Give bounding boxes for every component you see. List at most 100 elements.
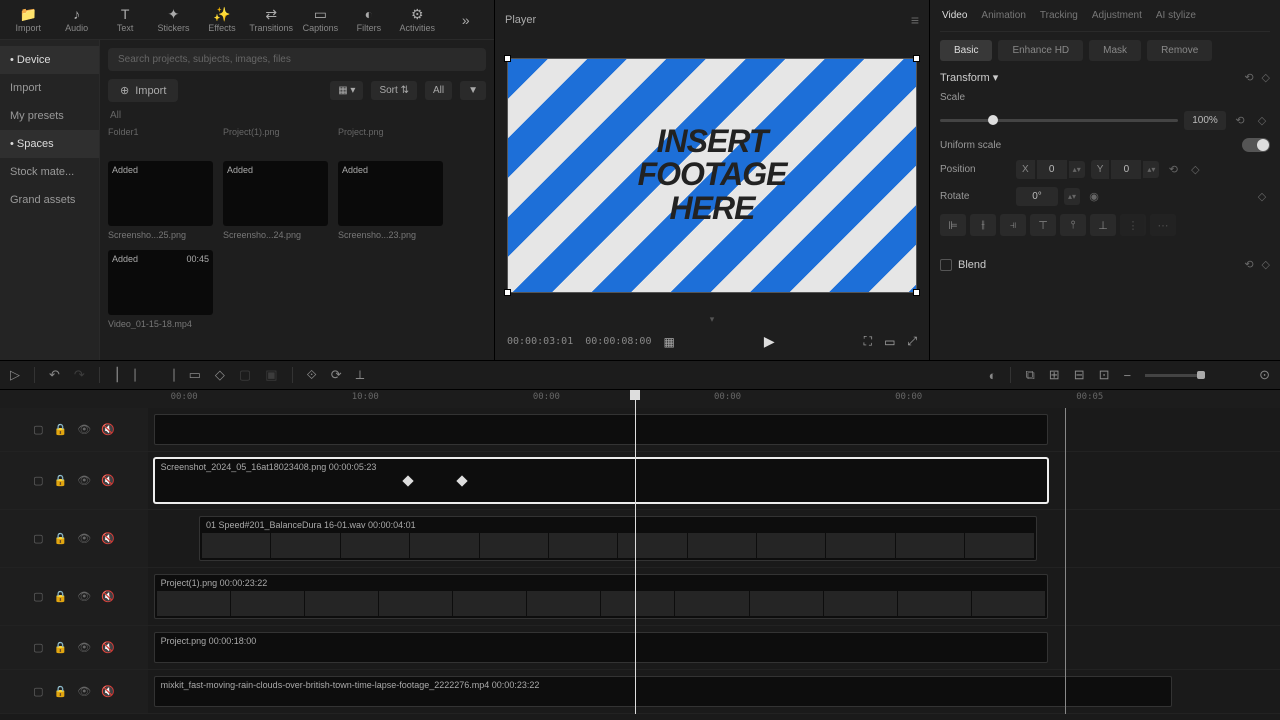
sidebar-item-device[interactable]: • Device bbox=[0, 46, 99, 74]
align-right-button[interactable]: ⫣ bbox=[1000, 214, 1026, 236]
track-toggle-icon[interactable]: ▢ bbox=[33, 641, 43, 654]
sidebar-item-stock-mate-[interactable]: Stock mate... bbox=[0, 158, 99, 186]
tab-video[interactable]: Video bbox=[940, 6, 969, 25]
timeline-clip[interactable]: Project.png 00:00:18:00 bbox=[154, 632, 1048, 663]
filter-all[interactable]: All bbox=[425, 81, 452, 100]
track-lane[interactable]: Screenshot_2024_05_16at18023408.png 00:0… bbox=[148, 452, 1280, 509]
align-top-button[interactable]: ⊤ bbox=[1030, 214, 1056, 236]
track-header[interactable]: ▢ 🔒 👁 🔇 bbox=[0, 452, 148, 509]
track-lane[interactable] bbox=[148, 408, 1280, 451]
rotate-dial-icon[interactable]: ◉ bbox=[1086, 190, 1102, 203]
tool-icon[interactable]: ▣ bbox=[265, 367, 277, 383]
mute-icon[interactable]: 🔇 bbox=[101, 590, 115, 603]
mute-icon[interactable]: 🔇 bbox=[101, 423, 115, 436]
lock-icon[interactable]: 🔒 bbox=[54, 590, 68, 603]
track-lane[interactable]: Project(1).png 00:00:23:22 bbox=[148, 568, 1280, 625]
align-center-button[interactable]: ⫲ bbox=[970, 214, 996, 236]
keyframe-icon[interactable]: ◇ bbox=[1254, 190, 1270, 203]
toolbar-text[interactable]: T Text bbox=[105, 2, 145, 37]
blend-checkbox[interactable] bbox=[940, 259, 952, 271]
track-header[interactable]: ▢ 🔒 👁 🔇 bbox=[0, 568, 148, 625]
ratio-icon[interactable]: ▭ bbox=[884, 335, 895, 349]
distribute-button[interactable]: ⋯ bbox=[1150, 214, 1176, 236]
track-header[interactable]: ▢ 🔒 👁 🔇 bbox=[0, 626, 148, 669]
timeline-clip[interactable] bbox=[154, 414, 1048, 445]
track-toggle-icon[interactable]: ▢ bbox=[33, 532, 43, 545]
toolbar-captions[interactable]: ▭ Captions bbox=[300, 2, 340, 37]
play-button[interactable]: ▶ bbox=[764, 333, 775, 350]
mute-icon[interactable]: 🔇 bbox=[101, 474, 115, 487]
resize-handle[interactable] bbox=[504, 55, 511, 62]
tab-adjustment[interactable]: Adjustment bbox=[1090, 6, 1144, 25]
visibility-icon[interactable]: 👁 bbox=[77, 641, 91, 654]
filter-icon[interactable]: ▼ bbox=[460, 81, 486, 100]
visibility-icon[interactable]: 👁 bbox=[77, 590, 91, 603]
link-icon[interactable]: ⧉ bbox=[1025, 367, 1034, 383]
subtab-remove[interactable]: Remove bbox=[1147, 40, 1212, 61]
scale-icon[interactable]: ⛶ bbox=[864, 334, 872, 349]
track-header[interactable]: ▢ 🔒 👁 🔇 bbox=[0, 670, 148, 713]
track-lane[interactable]: 01 Speed#201_BalanceDura 16-01.wav 00:00… bbox=[148, 510, 1280, 567]
lock-icon[interactable]: 🔒 bbox=[54, 641, 68, 654]
track-header[interactable]: ▢ 🔒 👁 🔇 bbox=[0, 408, 148, 451]
tool-icon[interactable]: ⊞ bbox=[1049, 367, 1060, 383]
zoom-out-icon[interactable]: − bbox=[1124, 368, 1132, 383]
subtab-enhance-hd[interactable]: Enhance HD bbox=[998, 40, 1083, 61]
resize-handle[interactable] bbox=[504, 289, 511, 296]
tool-icon[interactable]: ▢ bbox=[239, 367, 251, 383]
crop-icon[interactable]: ⟂ bbox=[356, 367, 365, 383]
track-header[interactable]: ▢ 🔒 👁 🔇 bbox=[0, 510, 148, 567]
sidebar-item-import[interactable]: Import bbox=[0, 74, 99, 102]
rotate-value[interactable]: 0° bbox=[1016, 187, 1058, 206]
toolbar-effects[interactable]: ✨ Effects bbox=[202, 2, 242, 37]
align-bottom-button[interactable]: ⊥ bbox=[1090, 214, 1116, 236]
reset-icon[interactable]: ⟲ bbox=[1165, 163, 1181, 176]
lock-icon[interactable]: 🔒 bbox=[54, 474, 68, 487]
media-thumb[interactable]: Project.png bbox=[338, 127, 443, 141]
view-toggle[interactable]: ▦ ▾ bbox=[330, 81, 363, 100]
resize-handle[interactable] bbox=[913, 55, 920, 62]
toolbar-more[interactable]: » bbox=[446, 2, 486, 37]
marker-icon[interactable]: ◇ bbox=[215, 367, 225, 383]
zoom-in-icon[interactable]: ⊙ bbox=[1259, 367, 1270, 383]
redo-icon[interactable]: ↷ bbox=[74, 367, 85, 383]
toolbar-import[interactable]: 📁 Import bbox=[8, 2, 48, 37]
keyframe-icon[interactable] bbox=[403, 475, 414, 486]
lock-icon[interactable]: 🔒 bbox=[54, 685, 68, 698]
reset-icon[interactable]: ⟲ bbox=[1232, 114, 1248, 127]
lock-icon[interactable]: 🔒 bbox=[54, 423, 68, 436]
media-thumb[interactable]: Added 00:45 Video_01-15-18.mp4 bbox=[108, 250, 213, 329]
position-x-input[interactable]: X0▴▾ bbox=[1016, 160, 1085, 179]
sidebar-item-grand-assets[interactable]: Grand assets bbox=[0, 186, 99, 214]
undo-icon[interactable]: ↶ bbox=[49, 367, 60, 383]
playhead-line[interactable] bbox=[635, 408, 636, 714]
uniform-toggle[interactable] bbox=[1242, 138, 1270, 152]
align-left-button[interactable]: ⊫ bbox=[940, 214, 966, 236]
reset-icon[interactable]: ⟲ bbox=[1244, 258, 1253, 271]
keyframe-icon[interactable]: ◇ bbox=[1254, 114, 1270, 127]
keyframe-icon[interactable]: ◇ bbox=[1262, 258, 1270, 271]
import-button[interactable]: ⊕ Import bbox=[108, 79, 178, 102]
mute-icon[interactable]: 🔇 bbox=[101, 641, 115, 654]
scale-slider[interactable] bbox=[940, 119, 1178, 122]
sidebar-item-my-presets[interactable]: My presets bbox=[0, 102, 99, 130]
tool-icon[interactable]: ⊟ bbox=[1074, 367, 1085, 383]
marker-line[interactable] bbox=[1065, 408, 1066, 714]
track-toggle-icon[interactable]: ▢ bbox=[33, 423, 43, 436]
track-toggle-icon[interactable]: ▢ bbox=[33, 474, 43, 487]
rotate-icon[interactable]: ⟳ bbox=[331, 367, 342, 383]
timeline-clip[interactable]: 01 Speed#201_BalanceDura 16-01.wav 00:00… bbox=[199, 516, 1037, 561]
toolbar-filters[interactable]: ◐ Filters bbox=[349, 2, 389, 37]
toolbar-transitions[interactable]: ⇄ Transitions bbox=[250, 2, 292, 37]
sort-button[interactable]: Sort ⇅ bbox=[371, 81, 417, 100]
toolbar-activities[interactable]: ⚙ Activities bbox=[397, 2, 437, 37]
timeline-clip[interactable]: Project(1).png 00:00:23:22 bbox=[154, 574, 1048, 619]
fullscreen-icon[interactable]: ⤢ bbox=[907, 334, 917, 349]
timeline-clip[interactable]: mixkit_fast-moving-rain-clouds-over-brit… bbox=[154, 676, 1173, 707]
visibility-icon[interactable]: 👁 bbox=[77, 474, 91, 487]
mirror-icon[interactable]: ⟐ bbox=[307, 367, 317, 383]
mute-icon[interactable]: 🔇 bbox=[101, 685, 115, 698]
subtab-basic[interactable]: Basic bbox=[940, 40, 992, 61]
snap-icon[interactable]: ◐ bbox=[989, 368, 997, 383]
search-input[interactable]: Search projects, subjects, images, files bbox=[108, 48, 486, 71]
